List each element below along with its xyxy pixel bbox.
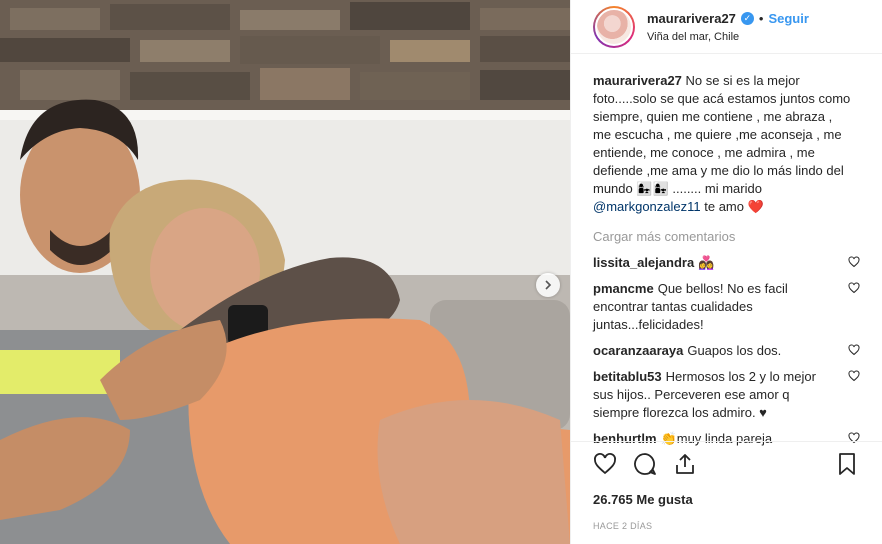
heart-outline-icon[interactable] [848, 256, 860, 268]
separator-dot: • [758, 10, 764, 26]
header-text: maurarivera27 ✓ • Seguir Viña del mar, C… [647, 11, 809, 43]
share-icon [676, 454, 694, 474]
caption-username[interactable]: maurarivera27 [593, 73, 682, 88]
comment-item: ocaranzaaraya Guapos los dos. [593, 342, 860, 360]
couple-photo-illustration [0, 0, 570, 544]
like-button[interactable] [593, 452, 619, 478]
comment-item: betitablu53 Hermosos los 2 y lo mejor sus… [593, 368, 860, 422]
avatar-image [595, 7, 633, 46]
comment-item: pmancme Que bellos! No es facil encontrar… [593, 280, 860, 334]
post-timestamp[interactable]: HACE 2 DÍAS [593, 521, 861, 531]
comment-button[interactable] [633, 452, 659, 478]
caption-text: No se si es la mejor foto.....solo se qu… [593, 73, 851, 196]
comment-username[interactable]: ocaranzaaraya [593, 343, 683, 358]
action-icons-row [593, 452, 861, 478]
post-actions: 26.765 Me gusta HACE 2 DÍAS [571, 441, 882, 531]
comments-section: maurarivera27 No se si es la mejor foto.… [571, 54, 882, 448]
share-button[interactable] [673, 452, 699, 478]
caption-tail: ........ mi marido [672, 181, 762, 196]
heart-icon [594, 453, 616, 475]
comment-bubble-icon [634, 453, 656, 475]
post-header: maurarivera27 ✓ • Seguir Viña del mar, C… [571, 0, 882, 54]
heart-outline-icon[interactable] [848, 370, 860, 382]
comment-username[interactable]: betitablu53 [593, 369, 662, 384]
post-sidebar: maurarivera27 ✓ • Seguir Viña del mar, C… [570, 0, 882, 544]
post-photo[interactable] [0, 0, 570, 544]
caption-end: te amo [704, 199, 744, 214]
save-button[interactable] [835, 452, 861, 478]
load-more-comments-button[interactable]: Cargar más comentarios [593, 229, 860, 244]
comment-username[interactable]: pmancme [593, 281, 654, 296]
bookmark-icon [839, 453, 855, 475]
caption-emoji: 👩‍👧👩‍👧 [636, 181, 669, 196]
heart-outline-icon[interactable] [848, 344, 860, 356]
instagram-post: maurarivera27 ✓ • Seguir Viña del mar, C… [0, 0, 882, 544]
heart-outline-icon[interactable] [848, 282, 860, 294]
comment-text: Guapos los dos. [687, 343, 782, 358]
follow-button[interactable]: Seguir [768, 11, 808, 26]
next-photo-button[interactable] [536, 273, 560, 297]
comment-text: 👩‍❤️‍👩 [698, 255, 715, 270]
comment-item: lissita_alejandra 👩‍❤️‍👩 [593, 254, 860, 272]
verified-badge-icon: ✓ [740, 11, 754, 25]
caption-heart-emoji: ❤️ [747, 199, 764, 214]
comment-username[interactable]: lissita_alejandra [593, 255, 694, 270]
avatar[interactable] [593, 5, 635, 48]
username-link[interactable]: maurarivera27 [647, 11, 736, 26]
post-caption: maurarivera27 No se si es la mejor foto.… [593, 72, 851, 216]
header-top-row: maurarivera27 ✓ • Seguir [647, 11, 809, 26]
chevron-right-icon [545, 280, 552, 290]
likes-count[interactable]: 26.765 Me gusta [593, 492, 861, 507]
caption-mention-link[interactable]: @markgonzalez11 [593, 199, 701, 214]
location-link[interactable]: Viña del mar, Chile [647, 31, 809, 43]
